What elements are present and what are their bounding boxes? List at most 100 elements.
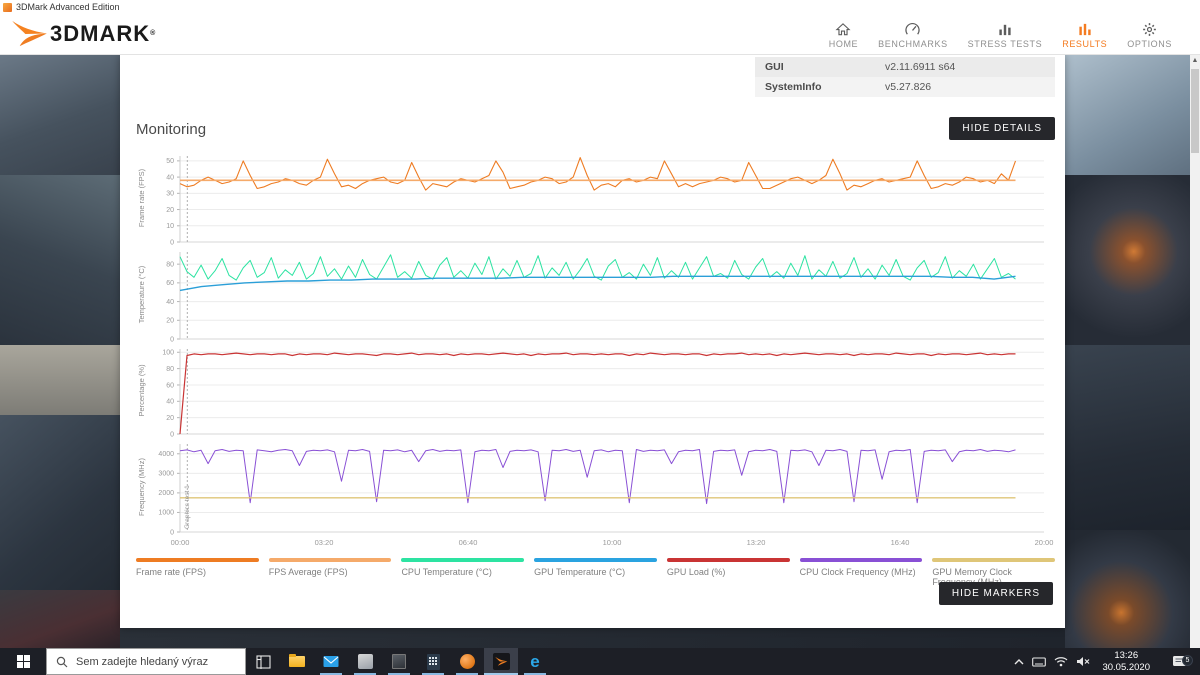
- options-icon: [1142, 20, 1157, 37]
- taskbar-clock[interactable]: 13:26 30.05.2020: [1098, 650, 1154, 674]
- x-tick-label: 00:00: [171, 538, 190, 547]
- svg-text:0: 0: [170, 431, 174, 438]
- legend-color-bar: [136, 558, 259, 562]
- background-screenshot-tile: [0, 55, 120, 175]
- taskbar-app-task-view[interactable]: [246, 648, 280, 675]
- legend-color-bar: [667, 558, 790, 562]
- app-icon: [3, 3, 12, 12]
- background-screenshot-tile: [0, 415, 120, 590]
- svg-text:20: 20: [166, 415, 174, 422]
- page-scrollbar[interactable]: ▲: [1190, 55, 1200, 648]
- workspace: GUIv2.11.6911 s64 SystemInfov5.27.826 Mon…: [0, 55, 1200, 648]
- background-screenshot-tile: [0, 175, 120, 345]
- scrollbar-thumb[interactable]: [1191, 69, 1199, 153]
- svg-text:60: 60: [166, 280, 174, 287]
- app-header: 3DMARK® HOME BENCHMARKS STRESS TESTS RESULT…: [0, 14, 1200, 55]
- legend-color-bar: [269, 558, 392, 562]
- volume-muted-icon[interactable]: [1076, 656, 1090, 667]
- nav-benchmarks[interactable]: BENCHMARKS: [878, 20, 948, 49]
- windows-logo-icon: [17, 655, 30, 668]
- svg-text:80: 80: [166, 261, 174, 268]
- registered-mark: ®: [150, 30, 156, 37]
- stress-tests-icon: [997, 20, 1013, 37]
- taskbar-apps: e: [246, 648, 552, 675]
- 3dmark-icon: [493, 653, 510, 670]
- gpu-z-icon: [392, 654, 406, 669]
- background-screenshot-tile: [0, 590, 120, 648]
- edge-icon: e: [530, 653, 539, 670]
- taskbar-app-mail[interactable]: [314, 648, 348, 675]
- background-screenshot-tile: [0, 345, 120, 415]
- task-view-icon: [256, 655, 271, 669]
- background-screenshot-tile: [1065, 345, 1190, 530]
- info-label: SystemInfo: [755, 81, 885, 93]
- nav-home[interactable]: HOME: [829, 20, 858, 49]
- logo-text: 3DMARK®: [50, 20, 156, 48]
- info-value: v5.27.826: [885, 81, 931, 93]
- svg-text:0: 0: [170, 336, 174, 343]
- clock-time: 13:26: [1102, 650, 1150, 662]
- nav-options[interactable]: OPTIONS: [1127, 20, 1172, 49]
- touch-keyboard-icon[interactable]: [1032, 657, 1046, 667]
- svg-text:30: 30: [166, 191, 174, 198]
- scrollbar-up-arrow[interactable]: ▲: [1190, 55, 1200, 67]
- background-screenshot-tile: [1065, 175, 1190, 345]
- x-tick-label: 10:00: [603, 538, 622, 547]
- taskbar-app-gpu-z[interactable]: [382, 648, 416, 675]
- background-screenshot-tile: [1065, 55, 1190, 175]
- x-tick-label: 06:40: [459, 538, 478, 547]
- action-center-button[interactable]: 5: [1162, 655, 1196, 668]
- legend-color-bar: [534, 558, 657, 562]
- taskbar-app-calculator[interactable]: [416, 648, 450, 675]
- monitoring-charts: 01020304050Frame rate (FPS)020406080Temp…: [134, 150, 1057, 536]
- chart-legend: Frame rate (FPS)FPS Average (FPS)CPU Tem…: [136, 558, 1055, 587]
- svg-text:Frame rate (FPS): Frame rate (FPS): [137, 168, 146, 227]
- start-button[interactable]: [0, 648, 46, 675]
- legend-item: GPU Temperature (°C): [534, 558, 657, 587]
- taskbar-search-input[interactable]: Sem zadejte hledaný výraz: [46, 648, 246, 675]
- tray-chevron-up-icon[interactable]: [1014, 658, 1024, 666]
- system-info-table: GUIv2.11.6911 s64 SystemInfov5.27.826: [755, 57, 1055, 97]
- chart-frequency: 01000200030004000Frequency (MHz)Graphics…: [134, 438, 1057, 536]
- taskbar-app-game[interactable]: [450, 648, 484, 675]
- 3dmark-logo: 3DMARK®: [10, 20, 156, 48]
- nav-results[interactable]: RESULTS: [1062, 20, 1107, 49]
- svg-text:40: 40: [166, 299, 174, 306]
- svg-text:Graphics test 1: Graphics test 1: [184, 485, 191, 529]
- nav-label: BENCHMARKS: [878, 39, 948, 49]
- legend-label: CPU Temperature (°C): [401, 567, 524, 577]
- nav-stress-tests[interactable]: STRESS TESTS: [968, 20, 1043, 49]
- background-screenshot-tile: [120, 628, 1065, 648]
- notification-count-badge: 5: [1182, 655, 1193, 666]
- info-label: GUI: [755, 61, 885, 73]
- taskbar-app-file-explorer[interactable]: [280, 648, 314, 675]
- taskbar: Sem zadejte hledaný výraz e 13:26 30.05.…: [0, 648, 1200, 675]
- info-row: GUIv2.11.6911 s64: [755, 57, 1055, 77]
- nav-label: STRESS TESTS: [968, 39, 1043, 49]
- svg-text:100: 100: [162, 350, 174, 357]
- svg-text:60: 60: [166, 382, 174, 389]
- wifi-icon[interactable]: [1054, 656, 1068, 667]
- svg-text:0: 0: [170, 529, 174, 536]
- x-tick-label: 03:20: [315, 538, 334, 547]
- file-explorer-icon: [289, 656, 305, 667]
- window-title-bar: 3DMark Advanced Edition: [0, 0, 1200, 14]
- hide-details-button[interactable]: HIDE DETAILS: [949, 117, 1055, 140]
- x-tick-label: 16:40: [891, 538, 910, 547]
- calculator-icon: [427, 654, 440, 670]
- x-tick-label: 13:20: [747, 538, 766, 547]
- svg-text:40: 40: [166, 399, 174, 406]
- nav-label: OPTIONS: [1127, 39, 1172, 49]
- main-nav: HOME BENCHMARKS STRESS TESTS RESULTS OPTIONS: [829, 20, 1172, 49]
- hide-markers-button[interactable]: HIDE MARKERS: [939, 582, 1053, 605]
- svg-text:40: 40: [166, 174, 174, 181]
- monitoring-title: Monitoring: [136, 121, 206, 138]
- taskbar-app-3dmark[interactable]: [484, 648, 518, 675]
- taskbar-app-photos[interactable]: [348, 648, 382, 675]
- taskbar-app-edge[interactable]: e: [518, 648, 552, 675]
- legend-item: GPU Load (%): [667, 558, 790, 587]
- legend-label: CPU Clock Frequency (MHz): [800, 567, 923, 577]
- legend-color-bar: [401, 558, 524, 562]
- legend-color-bar: [800, 558, 923, 562]
- svg-text:50: 50: [166, 158, 174, 165]
